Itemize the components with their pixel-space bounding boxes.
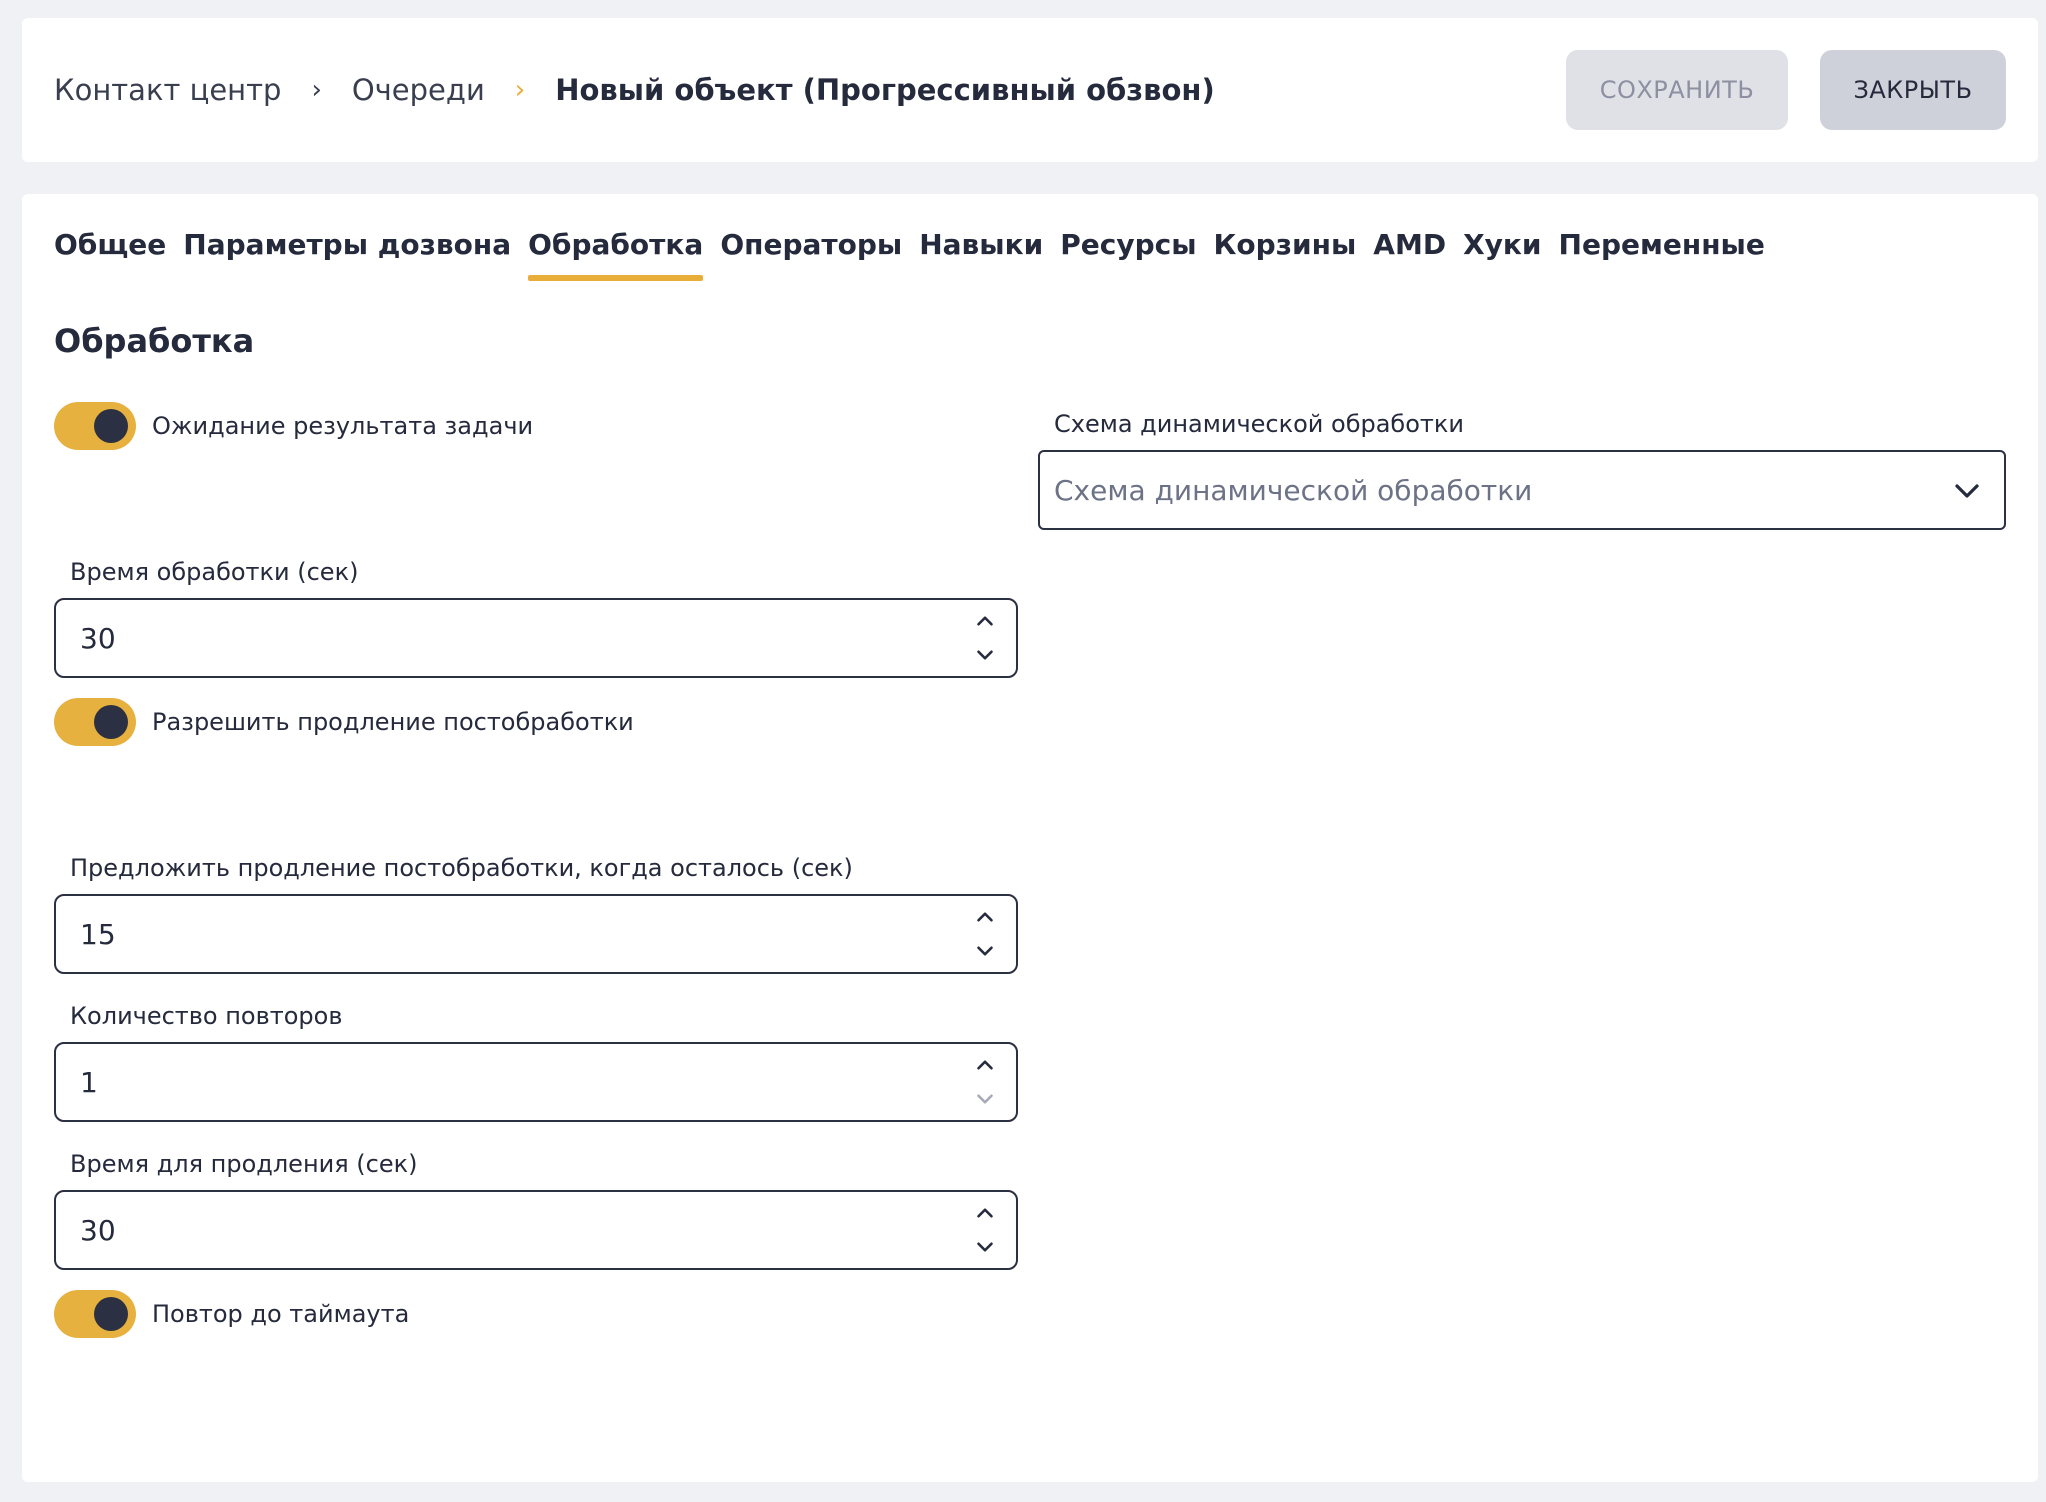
chevron-down-icon (1955, 484, 1979, 498)
tab-hooks[interactable]: Хуки (1463, 228, 1541, 281)
chevron-right-icon: › (311, 75, 322, 105)
section-title: Обработка (54, 322, 255, 360)
chevron-down-icon[interactable] (972, 1234, 998, 1260)
processing-time-value: 30 (80, 621, 116, 655)
extension-time-label: Время для продления (сек) (70, 1150, 418, 1178)
chevron-down-icon[interactable] (972, 642, 998, 668)
tab-resources[interactable]: Ресурсы (1060, 228, 1196, 281)
repeat-count-input[interactable]: 1 (54, 1042, 1018, 1122)
toggle-knob (94, 1297, 128, 1331)
breadcrumb-item-contact-center[interactable]: Контакт центр (54, 73, 281, 107)
tab-operators[interactable]: Операторы (720, 228, 902, 281)
processing-time-stepper (970, 608, 1000, 668)
close-button[interactable]: ЗАКРЫТЬ (1820, 50, 2006, 130)
processing-time-label: Время обработки (сек) (70, 558, 359, 586)
breadcrumb-current: Новый объект (Прогрессивный обзвон) (555, 73, 1215, 107)
main-panel: Общее Параметры дозвона Обработка Операт… (22, 194, 2038, 1482)
dynamic-scheme-placeholder: Схема динамической обработки (1054, 473, 1533, 507)
offer-extension-input[interactable]: 15 (54, 894, 1018, 974)
chevron-down-icon[interactable] (972, 1086, 998, 1112)
tab-general[interactable]: Общее (54, 228, 166, 281)
repeat-timeout-row: Повтор до таймаута (54, 1290, 409, 1338)
repeat-count-label: Количество повторов (70, 1002, 343, 1030)
tab-variables[interactable]: Переменные (1559, 228, 1765, 281)
extension-time-value: 30 (80, 1213, 116, 1247)
tab-processing[interactable]: Обработка (528, 228, 704, 281)
tab-dial-params[interactable]: Параметры дозвона (183, 228, 511, 281)
save-button[interactable]: СОХРАНИТЬ (1566, 50, 1788, 130)
repeat-count-stepper (970, 1052, 1000, 1112)
toggle-knob (94, 705, 128, 739)
offer-extension-value: 15 (80, 917, 116, 951)
chevron-down-icon[interactable] (972, 938, 998, 964)
allow-extension-toggle[interactable] (54, 698, 136, 746)
chevron-up-icon[interactable] (972, 608, 998, 634)
tab-bar: Общее Параметры дозвона Обработка Операт… (54, 228, 1782, 281)
extension-time-input[interactable]: 30 (54, 1190, 1018, 1270)
processing-time-input[interactable]: 30 (54, 598, 1018, 678)
repeat-timeout-label: Повтор до таймаута (152, 1300, 410, 1328)
offer-extension-stepper (970, 904, 1000, 964)
header-bar: Контакт центр › Очереди › Новый объект (… (22, 18, 2038, 162)
chevron-right-icon: › (514, 75, 526, 105)
allow-extension-row: Разрешить продление постобработки (54, 698, 634, 746)
dynamic-scheme-select[interactable]: Схема динамической обработки (1038, 450, 2006, 530)
repeat-count-value: 1 (80, 1065, 98, 1099)
toggle-knob (94, 409, 128, 443)
dynamic-scheme-label: Схема динамической обработки (1054, 410, 1464, 438)
chevron-up-icon[interactable] (972, 904, 998, 930)
wait-result-toggle[interactable] (54, 402, 136, 450)
repeat-timeout-toggle[interactable] (54, 1290, 136, 1338)
breadcrumb-item-queues[interactable]: Очереди (352, 73, 485, 107)
chevron-up-icon[interactable] (972, 1052, 998, 1078)
extension-time-stepper (970, 1200, 1000, 1260)
wait-result-row: Ожидание результата задачи (54, 402, 533, 450)
chevron-up-icon[interactable] (972, 1200, 998, 1226)
tab-amd[interactable]: AMD (1373, 228, 1446, 281)
tab-baskets[interactable]: Корзины (1214, 228, 1357, 281)
offer-extension-label: Предложить продление постобработки, когд… (70, 854, 853, 882)
allow-extension-label: Разрешить продление постобработки (152, 708, 634, 736)
tab-skills[interactable]: Навыки (919, 228, 1043, 281)
breadcrumb: Контакт центр › Очереди › Новый объект (… (54, 18, 1215, 162)
wait-result-label: Ожидание результата задачи (152, 412, 534, 440)
